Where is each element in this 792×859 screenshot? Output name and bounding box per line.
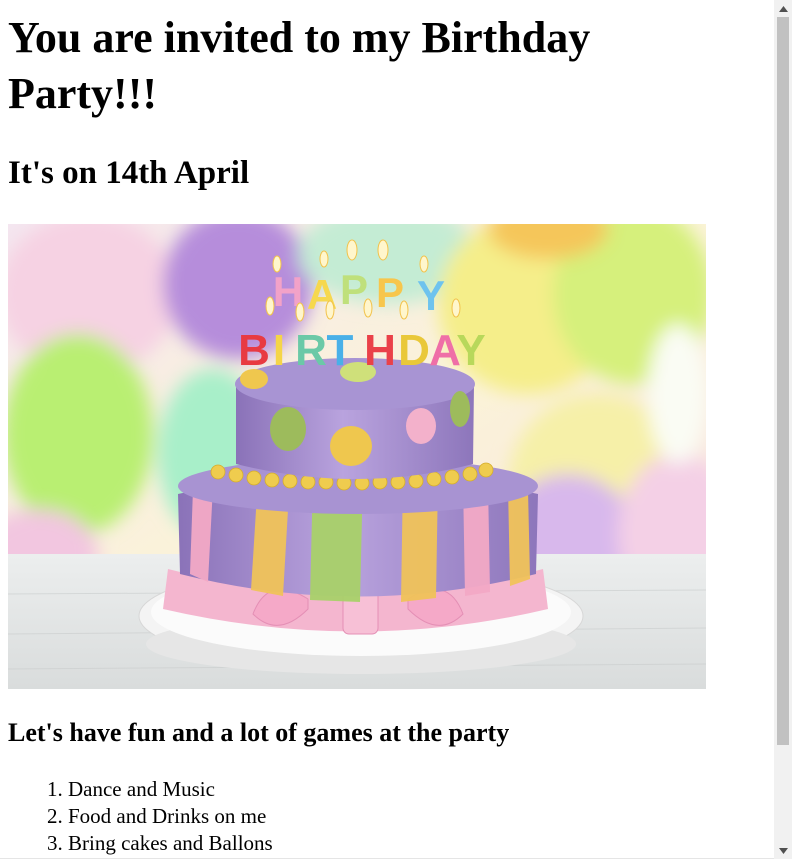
page-content: You are invited to my Birthday Party!!! … bbox=[0, 0, 774, 859]
svg-text:D: D bbox=[398, 326, 430, 375]
svg-text:T: T bbox=[327, 326, 354, 375]
page-heading: You are invited to my Birthday Party!!! bbox=[8, 13, 591, 118]
party-date-heading: It's on 14th April bbox=[8, 155, 250, 191]
party-activities-list: Dance and Music Food and Drinks on me Br… bbox=[0, 776, 273, 857]
party-tagline: Let's have fun and a lot of games at the… bbox=[8, 718, 510, 747]
birthday-cake-photo: H A P P Y B I R T H D A Y bbox=[8, 224, 706, 689]
list-item: Bring cakes and Ballons bbox=[68, 830, 273, 857]
vertical-scrollbar[interactable] bbox=[774, 0, 792, 859]
svg-text:I: I bbox=[273, 326, 285, 375]
svg-text:B: B bbox=[238, 326, 270, 375]
scroll-up-button[interactable] bbox=[774, 0, 792, 17]
svg-text:H: H bbox=[364, 326, 396, 375]
svg-text:Y: Y bbox=[456, 326, 485, 375]
arrow-up-icon bbox=[778, 5, 788, 12]
scrollbar-thumb[interactable] bbox=[777, 17, 789, 745]
svg-text:Y: Y bbox=[417, 272, 445, 319]
arrow-down-icon bbox=[778, 847, 788, 854]
svg-text:R: R bbox=[295, 326, 327, 375]
list-item: Food and Drinks on me bbox=[68, 803, 273, 830]
list-item: Dance and Music bbox=[68, 776, 273, 803]
scroll-down-button[interactable] bbox=[774, 842, 792, 859]
